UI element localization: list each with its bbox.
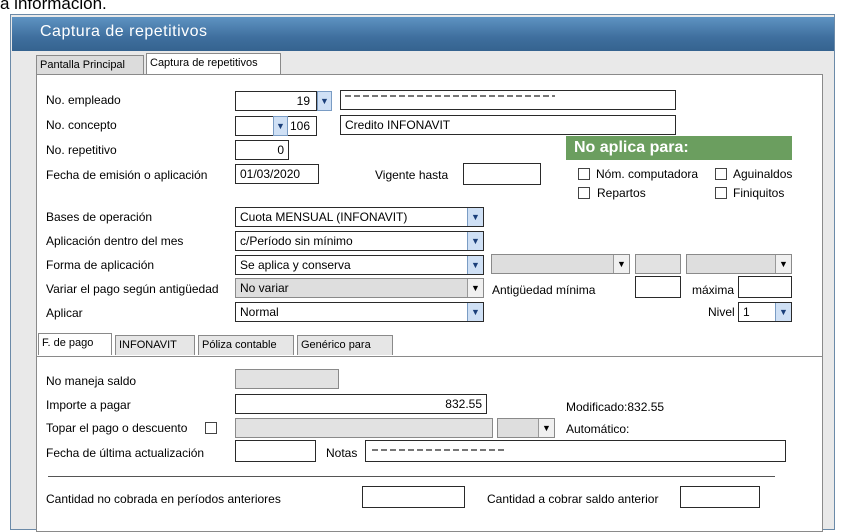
topar-amount-field (235, 418, 493, 438)
aplicar-label: Aplicar (46, 306, 83, 320)
tab-f-de-pago[interactable]: F. de pago (38, 333, 112, 355)
modificado-text: Modificado:832.55 (566, 400, 665, 414)
bases-operacion-label: Bases de operación (46, 210, 153, 224)
repartos-label: Repartos (597, 186, 646, 200)
cantidad-cobrar-label: Cantidad a cobrar saldo anterior (487, 492, 659, 506)
importe-label: Importe a pagar (46, 398, 131, 412)
nivel-select[interactable]: 1 ▼ (738, 302, 792, 322)
divider (48, 476, 775, 477)
background-document-text: a información. (0, 0, 107, 13)
no-empleado-label: No. empleado (46, 93, 121, 107)
no-concepto-label: No. concepto (46, 118, 117, 132)
no-concepto-dropdown-button[interactable]: ▼ (273, 116, 288, 136)
topar-type-select[interactable]: ▼ (497, 418, 555, 438)
no-maneja-saldo-field (235, 369, 339, 389)
finiquitos-label: Finiquitos (733, 186, 785, 200)
forma-aplicacion-extra-field (635, 254, 681, 274)
forma-aplicacion-select[interactable]: Se aplica y conserva ▼ (235, 255, 484, 275)
automatico-label: Automático: (566, 422, 630, 436)
aplicacion-mes-value: c/Período sin mínimo (240, 234, 353, 248)
chevron-down-icon: ▼ (320, 96, 329, 106)
chevron-down-icon: ▼ (775, 303, 791, 321)
chevron-down-icon: ▼ (467, 279, 483, 297)
maxima-input[interactable] (738, 276, 792, 298)
aplicacion-mes-label: Aplicación dentro del mes (46, 234, 184, 248)
redacted-text (345, 95, 555, 97)
employee-name-field (340, 90, 676, 110)
no-repetitivo-input[interactable]: 0 (235, 140, 289, 160)
window-title-bar: Captura de repetitivos (12, 17, 834, 51)
fecha-actualizacion-label: Fecha de última actualización (46, 446, 205, 460)
chevron-down-icon: ▼ (467, 303, 483, 321)
fecha-emision-label: Fecha de emisión o aplicación (46, 168, 208, 182)
cantidad-no-cobrada-label: Cantidad no cobrada en períodos anterior… (46, 492, 281, 506)
bases-operacion-value: Cuota MENSUAL (INFONAVIT) (240, 210, 408, 224)
redacted-text-2 (345, 102, 525, 104)
chevron-down-icon: ▼ (467, 208, 483, 226)
aguinaldos-label: Aguinaldos (733, 167, 793, 181)
nom-computadora-checkbox[interactable] (578, 168, 590, 180)
chevron-down-icon: ▼ (775, 255, 791, 273)
forma-aplicacion-extra-select[interactable]: ▼ (491, 254, 630, 274)
vigente-hasta-label: Vigente hasta (375, 168, 449, 182)
aplicar-value: Normal (240, 305, 279, 319)
redacted-notes-text (372, 449, 504, 451)
tab-infonavit[interactable]: INFONAVIT (115, 335, 195, 355)
tab-captura-repetitivos[interactable]: Captura de repetitivos (146, 53, 281, 74)
no-empleado-dropdown-button[interactable]: ▼ (317, 91, 332, 111)
variar-pago-value: No variar (240, 281, 289, 295)
finiquitos-checkbox[interactable] (715, 187, 727, 199)
fecha-actualizacion-input[interactable] (235, 440, 316, 462)
chevron-down-icon: ▼ (467, 256, 483, 274)
vigente-hasta-input[interactable] (463, 163, 541, 185)
sub-tab-baseline (37, 356, 822, 357)
forma-aplicacion-value: Se aplica y conserva (240, 258, 351, 272)
nivel-value: 1 (743, 305, 750, 319)
concepto-description-field: Credito INFONAVIT (340, 115, 676, 135)
fecha-emision-input[interactable]: 01/03/2020 (235, 164, 319, 184)
nivel-label: Nivel (708, 305, 735, 319)
cantidad-cobrar-input[interactable] (680, 486, 760, 508)
aplicacion-mes-select[interactable]: c/Período sin mínimo ▼ (235, 231, 484, 251)
no-aplica-header: No aplica para: (566, 136, 792, 160)
nom-computadora-label: Nóm. computadora (596, 167, 699, 181)
cantidad-no-cobrada-input[interactable] (362, 486, 465, 508)
importe-input[interactable]: 832.55 (235, 394, 487, 414)
tab-pantalla-principal[interactable]: Pantalla Principal (36, 55, 144, 74)
no-empleado-input[interactable]: 19 (235, 91, 317, 111)
bases-operacion-select[interactable]: Cuota MENSUAL (INFONAVIT) ▼ (235, 207, 484, 227)
notas-label: Notas (326, 446, 358, 460)
aplicar-select[interactable]: Normal ▼ (235, 302, 484, 322)
no-repetitivo-label: No. repetitivo (46, 143, 117, 157)
window-title: Captura de repetitivos (40, 23, 208, 40)
aguinaldos-checkbox[interactable] (715, 168, 727, 180)
forma-aplicacion-extra-select-2[interactable]: ▼ (686, 254, 792, 274)
antiguedad-minima-input[interactable] (635, 276, 681, 298)
repartos-checkbox[interactable] (578, 187, 590, 199)
notas-input[interactable] (365, 440, 786, 462)
antiguedad-minima-label: Antigüedad mínima (492, 283, 596, 297)
chevron-down-icon: ▼ (467, 232, 483, 250)
topar-label: Topar el pago o descuento (46, 421, 188, 435)
tab-generico-para[interactable]: Genérico para (297, 335, 393, 355)
maxima-label: máxima (692, 283, 735, 297)
topar-checkbox[interactable] (205, 422, 217, 434)
tab-poliza-contable[interactable]: Póliza contable (198, 335, 294, 355)
chevron-down-icon: ▼ (613, 255, 629, 273)
chevron-down-icon: ▼ (276, 121, 285, 131)
forma-aplicacion-label: Forma de aplicación (46, 258, 155, 272)
chevron-down-icon: ▼ (538, 419, 554, 437)
variar-pago-select[interactable]: No variar ▼ (235, 278, 484, 298)
variar-pago-label: Variar el pago según antigüedad (46, 282, 219, 296)
no-maneja-saldo-label: No maneja saldo (46, 374, 137, 388)
